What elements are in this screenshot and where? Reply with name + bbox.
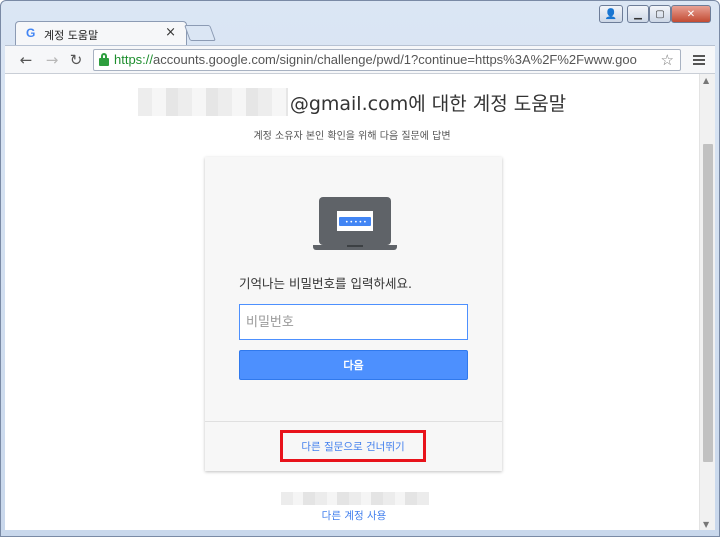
google-favicon-icon: G xyxy=(26,26,36,40)
back-button[interactable]: ← xyxy=(15,49,37,71)
next-button[interactable]: 다음 xyxy=(239,350,468,380)
page-subtitle: 계정 소유자 본인 확인을 위해 다음 질문에 답변 xyxy=(253,131,451,142)
scroll-down-icon[interactable]: ▼ xyxy=(703,520,709,529)
browser-window: G 계정 도움말 × 👤 ▁ ▢ ✕ ← → ↻ https://account… xyxy=(0,0,720,537)
lock-icon xyxy=(99,53,109,66)
window-bottom-frame xyxy=(1,530,719,536)
card-divider xyxy=(205,421,502,422)
url-scheme: https:// xyxy=(114,52,154,67)
skip-question-link[interactable]: 다른 질문으로 건너뛰기 xyxy=(280,430,426,462)
browser-tab-account-help[interactable]: G 계정 도움말 × xyxy=(15,21,187,45)
tab-title: 계정 도움말 xyxy=(44,29,99,42)
vertical-scrollbar[interactable]: ▲ ▼ xyxy=(699,74,715,530)
password-prompt: 기억나는 비밀번호를 입력하세요. xyxy=(239,276,412,291)
use-other-account-link[interactable]: 다른 계정 사용 xyxy=(5,508,703,523)
url-path: accounts.google.com/signin/challenge/pwd… xyxy=(153,52,637,67)
password-challenge-card: ••••• 기억나는 비밀번호를 입력하세요. 다음 다른 질문으로 건너뛰기 xyxy=(205,157,502,471)
forward-button[interactable]: → xyxy=(41,49,63,71)
heading-text: @gmail.com에 대한 계정 도움말 xyxy=(289,92,567,115)
bookmark-star-icon[interactable]: ☆ xyxy=(661,51,674,69)
page-viewport: @gmail.com에 대한 계정 도움말 계정 소유자 본인 확인을 위해 다… xyxy=(5,73,715,530)
user-profile-button[interactable]: 👤 xyxy=(599,5,623,23)
chrome-menu-icon[interactable] xyxy=(689,49,709,71)
redacted-account xyxy=(281,492,429,505)
password-input[interactable] xyxy=(239,304,468,340)
minimize-button[interactable]: ▁ xyxy=(627,5,649,23)
new-tab-button[interactable] xyxy=(184,25,216,41)
tab-close-icon[interactable]: × xyxy=(165,25,176,40)
maximize-button[interactable]: ▢ xyxy=(649,5,671,23)
scroll-up-icon[interactable]: ▲ xyxy=(703,76,709,85)
reload-button[interactable]: ↻ xyxy=(65,49,87,71)
page-heading: @gmail.com에 대한 계정 도움말 xyxy=(5,88,699,116)
address-bar[interactable]: https://accounts.google.com/signin/chall… xyxy=(93,49,681,71)
scroll-thumb[interactable] xyxy=(703,144,713,462)
browser-toolbar: ← → ↻ https://accounts.google.com/signin… xyxy=(5,45,715,73)
laptop-password-icon: ••••• xyxy=(313,197,397,253)
redacted-email xyxy=(137,88,288,116)
tab-strip: G 계정 도움말 × 👤 ▁ ▢ ✕ xyxy=(1,1,719,45)
close-window-button[interactable]: ✕ xyxy=(671,5,711,23)
url-text: https://accounts.google.com/signin/chall… xyxy=(114,52,637,67)
